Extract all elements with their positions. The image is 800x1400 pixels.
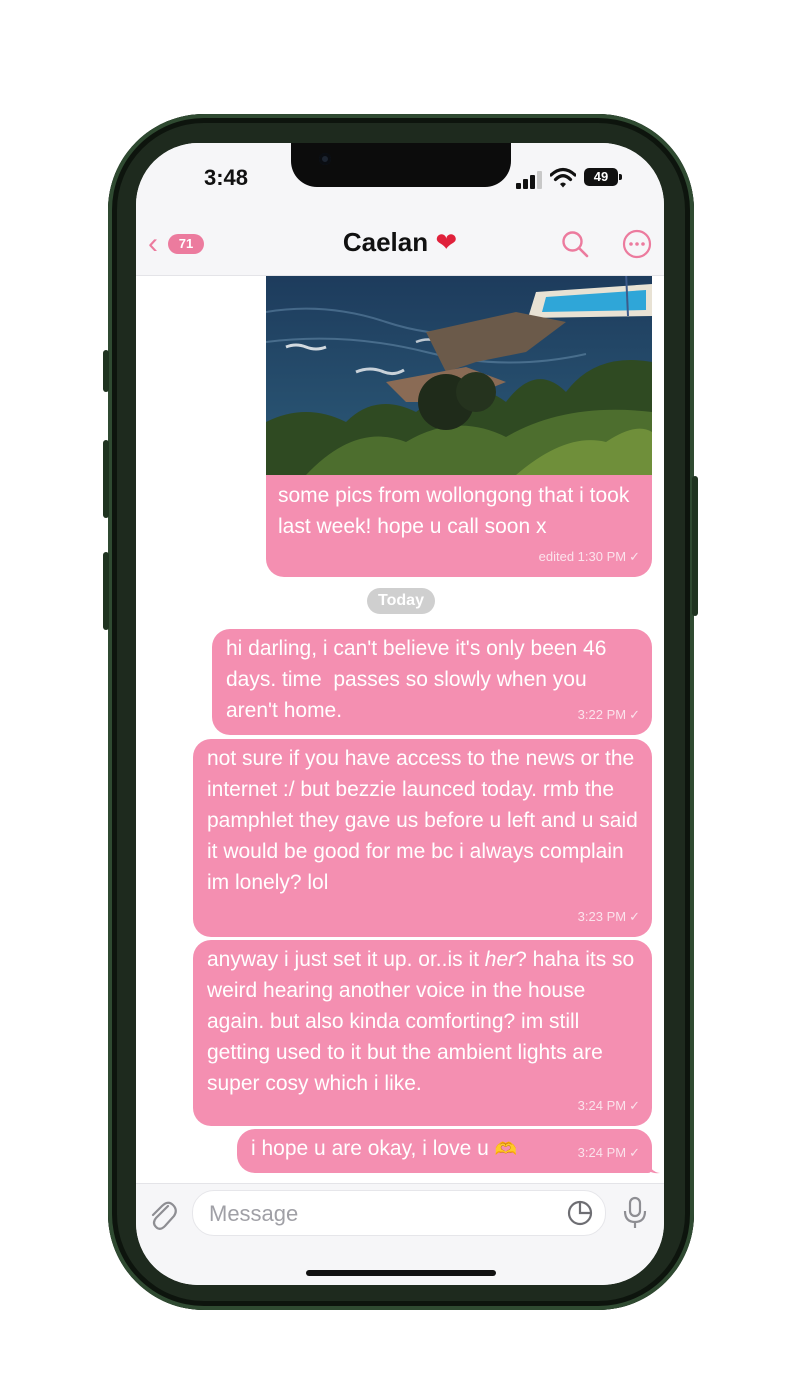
chat-header: ‹ 71 Caelan ❤ [136, 213, 664, 276]
message-text: anyway i just set it up. or..is it her? … [207, 948, 641, 1095]
read-check-icon: ✓ [629, 549, 640, 564]
hands-heart-emoji: 🫶 [494, 1139, 518, 1159]
status-time: 3:48 [204, 165, 249, 190]
bubble-tail [648, 1160, 660, 1174]
attach-icon[interactable] [148, 1198, 178, 1232]
wifi-icon [550, 167, 576, 188]
photo-caption: some pics from wollongong that i took la… [278, 480, 648, 542]
sticker-icon[interactable] [567, 1200, 593, 1226]
signal-icon [516, 171, 544, 189]
photo-wollongong[interactable] [266, 276, 652, 475]
read-check-icon: ✓ [629, 1098, 640, 1113]
message-bubble[interactable]: i hope u are okay, i love u 🫶 3:24 PM ✓ [237, 1129, 652, 1173]
message-meta: 3:22 PM ✓ [577, 707, 640, 722]
home-indicator[interactable] [306, 1270, 496, 1276]
message-text: not sure if you have access to the news … [207, 747, 644, 894]
phone-screen: 3:48 49 ‹ 71 Caelan ❤ some pics from wol… [136, 143, 664, 1285]
volume-up-button [103, 440, 109, 518]
more-icon[interactable] [622, 229, 652, 259]
message-meta: edited 1:30 PM ✓ [538, 549, 640, 564]
read-check-icon: ✓ [629, 707, 640, 722]
read-check-icon: ✓ [629, 1145, 640, 1160]
power-button [692, 476, 698, 616]
message-list[interactable]: some pics from wollongong that i took la… [136, 276, 664, 1183]
read-check-icon: ✓ [629, 909, 640, 924]
message-input[interactable]: Message [192, 1190, 606, 1236]
message-meta: 3:24 PM ✓ [577, 1098, 640, 1113]
message-bubble[interactable]: hi darling, i can't believe it's only be… [212, 629, 652, 735]
silent-switch [103, 350, 109, 392]
contact-name: Caelan [342, 227, 429, 257]
notch [291, 143, 511, 187]
message-meta: 3:24 PM ✓ [577, 1145, 640, 1160]
search-icon[interactable] [560, 229, 590, 259]
input-bar: Message [136, 1183, 664, 1285]
message-text: some pics from wollongong that i took la… [278, 484, 636, 538]
message-placeholder: Message [209, 1201, 299, 1226]
heart-emoji: ❤ [435, 227, 458, 257]
front-camera [319, 153, 331, 165]
volume-down-button [103, 552, 109, 630]
photo-message[interactable]: some pics from wollongong that i took la… [266, 276, 652, 577]
message-bubble[interactable]: not sure if you have access to the news … [193, 739, 652, 937]
message-bubble[interactable]: anyway i just set it up. or..is it her? … [193, 940, 652, 1126]
message-meta: 3:23 PM ✓ [577, 909, 640, 924]
mic-icon[interactable] [622, 1196, 648, 1230]
battery-icon: 49 [584, 168, 622, 186]
date-separator: Today [367, 588, 435, 614]
